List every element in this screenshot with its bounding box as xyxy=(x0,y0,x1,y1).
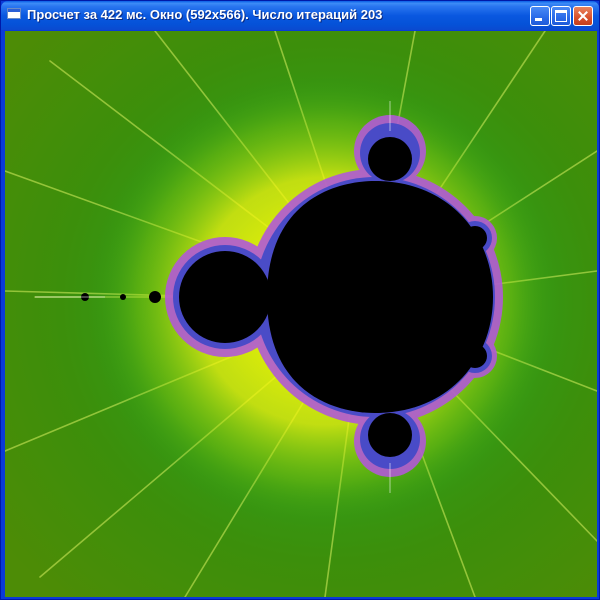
close-button[interactable] xyxy=(573,6,593,26)
maximize-icon xyxy=(555,10,567,22)
maximize-button[interactable] xyxy=(551,6,571,26)
window-title: Просчет за 422 мс. Окно (592x566). Число… xyxy=(27,7,383,22)
minimize-button[interactable] xyxy=(530,6,550,26)
close-icon xyxy=(574,7,592,25)
window-app-icon[interactable] xyxy=(7,8,21,19)
fractal-view[interactable] xyxy=(5,31,597,597)
minimize-icon xyxy=(535,18,542,21)
app-window: Просчет за 422 мс. Окно (592x566). Число… xyxy=(0,0,600,600)
title-bar[interactable]: Просчет за 422 мс. Окно (592x566). Число… xyxy=(1,1,599,30)
mandelbrot-set-render xyxy=(5,31,597,597)
